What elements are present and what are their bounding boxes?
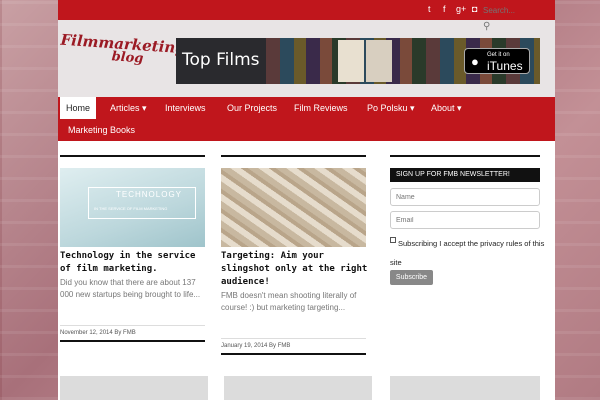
divider bbox=[221, 338, 366, 339]
thumbnail-subtitle: IN THE SERVICE OF FILM MARKETING bbox=[94, 206, 168, 211]
email-field[interactable] bbox=[390, 211, 540, 229]
privacy-label: Subscribing I accept the privacy rules o… bbox=[390, 239, 545, 267]
section-rule bbox=[390, 155, 540, 157]
newsletter-heading: SIGN UP FOR FMB NEWSLETTER! bbox=[390, 168, 540, 182]
post-rule bbox=[60, 340, 205, 342]
post-thumbnail-placeholder[interactable] bbox=[390, 376, 540, 400]
post-thumbnail[interactable] bbox=[221, 168, 366, 247]
site-logo[interactable]: Filmmarketing blog bbox=[59, 31, 186, 69]
section-rule bbox=[60, 155, 205, 157]
google-plus-icon[interactable]: g+ bbox=[456, 4, 466, 14]
nav-film-reviews[interactable]: Film Reviews bbox=[288, 97, 354, 119]
search-input[interactable] bbox=[483, 3, 553, 17]
post-title[interactable]: Targeting: Aim your slingshot only at th… bbox=[221, 250, 371, 289]
subscribe-button[interactable]: Subscribe bbox=[390, 270, 433, 285]
twitter-icon[interactable]: t bbox=[428, 4, 431, 14]
thumbnail-title: TECHNOLOGY bbox=[116, 190, 183, 199]
nav-about[interactable]: About ▾ bbox=[425, 97, 468, 119]
apple-icon: ● bbox=[471, 54, 479, 69]
post-excerpt: Did you know that there are about 137 00… bbox=[60, 278, 201, 299]
nav-our-projects[interactable]: Our Projects bbox=[221, 97, 283, 119]
nav-po-polsku[interactable]: Po Polsku ▾ bbox=[361, 97, 421, 119]
page: t f g+ ◘ ⚲ Filmmarketing blog Top Films … bbox=[58, 0, 555, 400]
film-poster bbox=[338, 40, 364, 82]
post-meta: January 19, 2014 By FMB bbox=[221, 343, 291, 349]
nav-interviews[interactable]: Interviews bbox=[159, 97, 212, 119]
post-rule bbox=[221, 353, 366, 355]
film-poster bbox=[366, 40, 392, 82]
header: ⚲ Filmmarketing blog Top Films ● Get it … bbox=[58, 20, 555, 97]
post-thumbnail-placeholder[interactable] bbox=[60, 376, 208, 400]
post-meta: November 12, 2014 By FMB bbox=[60, 330, 136, 336]
divider bbox=[60, 325, 205, 326]
instagram-icon[interactable]: ◘ bbox=[472, 4, 477, 14]
name-field[interactable] bbox=[390, 188, 540, 206]
itunes-badge-small: Get it on bbox=[487, 52, 510, 58]
top-bar: t f g+ ◘ bbox=[58, 0, 555, 20]
post-thumbnail[interactable]: TECHNOLOGY IN THE SERVICE OF FILM MARKET… bbox=[60, 168, 205, 247]
banner-title: Top Films bbox=[182, 50, 260, 70]
post-title[interactable]: Technology in the service of film market… bbox=[60, 250, 210, 276]
post-thumbnail-placeholder[interactable] bbox=[224, 376, 372, 400]
post-excerpt: FMB doesn't mean shooting literally of c… bbox=[221, 291, 357, 312]
itunes-badge[interactable]: ● Get it on iTunes bbox=[464, 48, 530, 74]
nav-articles[interactable]: Articles ▾ bbox=[104, 97, 153, 119]
section-rule bbox=[221, 155, 366, 157]
main-nav: Home Articles ▾ Interviews Our Projects … bbox=[58, 97, 555, 141]
nav-marketing-books[interactable]: Marketing Books bbox=[62, 119, 141, 141]
nav-home[interactable]: Home bbox=[60, 97, 97, 119]
facebook-icon[interactable]: f bbox=[443, 4, 446, 14]
itunes-badge-label: iTunes bbox=[487, 59, 523, 73]
top-films-banner[interactable]: Top Films ● Get it on iTunes bbox=[176, 38, 540, 84]
search-icon[interactable]: ⚲ bbox=[483, 21, 490, 32]
